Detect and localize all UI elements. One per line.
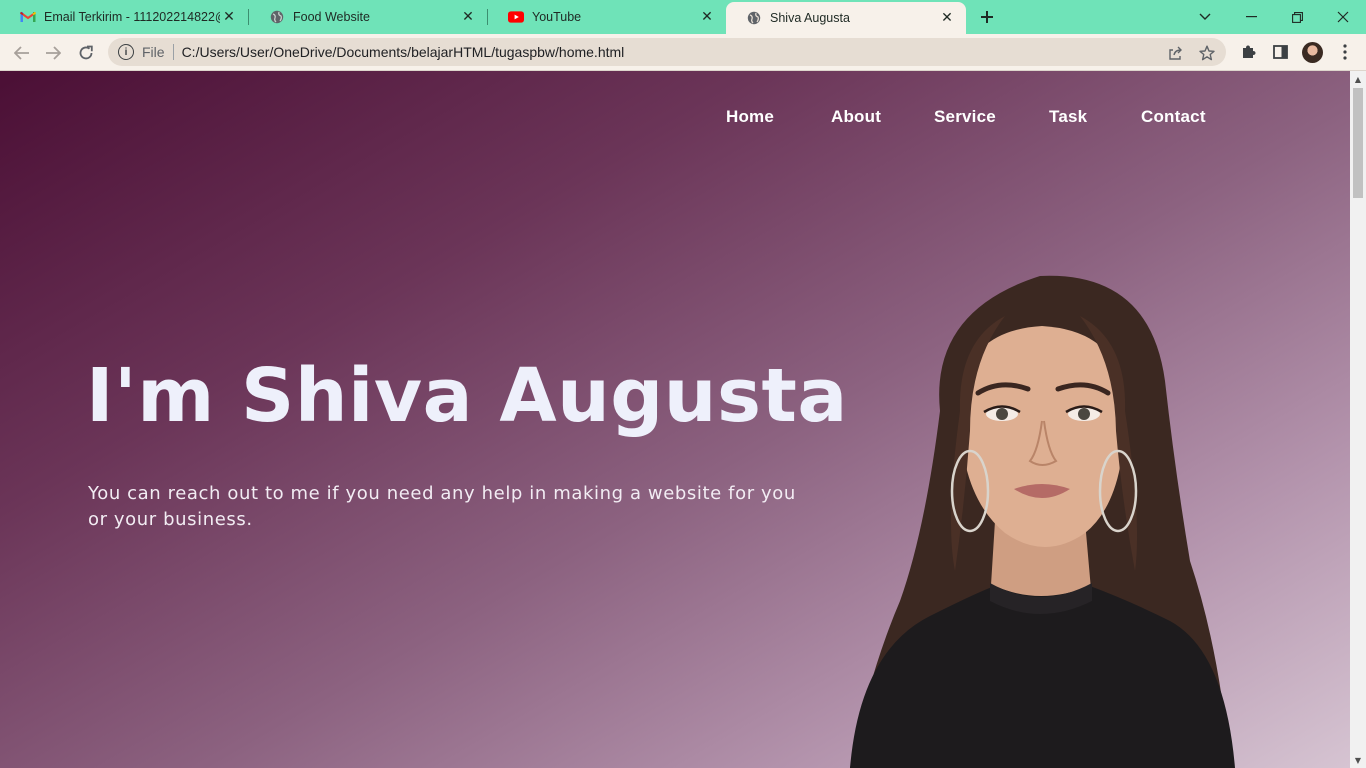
nav-link-about[interactable]: About [831,107,881,127]
tab-shiva-augusta[interactable]: Shiva Augusta ✕ [726,2,966,34]
close-icon[interactable]: ✕ [938,9,956,27]
scroll-thumb[interactable] [1353,88,1363,198]
nav-link-task[interactable]: Task [1049,107,1087,127]
globe-icon [746,10,762,26]
hero-subtitle: You can reach out to me if you need any … [88,483,796,530]
divider [172,44,174,60]
chevron-down-icon [1199,13,1211,20]
reload-button[interactable] [73,40,99,66]
scroll-down-arrow-icon[interactable]: ▼ [1350,752,1366,768]
close-icon[interactable]: ✕ [459,8,477,26]
close-icon[interactable]: ✕ [698,8,716,26]
gmail-icon [20,9,36,25]
tab-email[interactable]: Email Terkirim - 111202214822@ ✕ [0,0,248,34]
nav-link-service[interactable]: Service [934,107,996,127]
tab-title: Email Terkirim - 111202214822@ [44,10,220,24]
vertical-scrollbar[interactable]: ▲ ▼ [1350,71,1366,768]
tab-title: Food Website [293,10,370,24]
scroll-up-arrow-icon[interactable]: ▲ [1350,71,1366,87]
close-window-button[interactable] [1320,0,1366,34]
info-icon[interactable]: i [118,44,134,60]
hero-title: I'm Shiva Augusta [86,353,848,439]
tab-title: YouTube [532,10,582,24]
arrow-left-icon [14,46,29,60]
address-bar[interactable]: i File C:/Users/User/OneDrive/Documents/… [108,38,1226,66]
close-icon[interactable]: ✕ [220,8,238,26]
profile-avatar[interactable] [1302,42,1323,63]
nav-link-contact[interactable]: Contact [1141,107,1206,127]
minimize-icon [1245,16,1257,18]
nav-link-home[interactable]: Home [726,107,774,127]
share-icon[interactable] [1166,44,1184,62]
extensions-icon[interactable] [1237,41,1259,63]
back-button[interactable] [9,40,35,66]
new-tab-button[interactable] [976,6,998,28]
minimize-button[interactable] [1228,0,1274,34]
tab-search-button[interactable] [1182,0,1228,34]
arrow-right-icon [46,46,61,60]
restore-icon [1291,11,1303,23]
tab-food-website[interactable]: Food Website ✕ [249,0,487,34]
bookmark-star-icon[interactable] [1198,44,1216,62]
profile-portrait-image [830,271,1260,768]
tab-strip: Email Terkirim - 111202214822@ ✕ Food We… [0,0,1366,34]
close-icon [1337,11,1349,23]
reload-icon [79,45,93,60]
browser-toolbar: i File C:/Users/User/OneDrive/Documents/… [0,34,1366,71]
menu-kebab-icon[interactable] [1334,41,1356,63]
url-text[interactable]: C:/Users/User/OneDrive/Documents/belajar… [182,44,625,60]
restore-button[interactable] [1274,0,1320,34]
tab-youtube[interactable]: YouTube ✕ [488,0,726,34]
plus-icon [981,11,993,23]
forward-button[interactable] [40,40,66,66]
tab-title: Shiva Augusta [770,11,850,25]
globe-icon [269,9,285,25]
side-panel-icon[interactable] [1269,41,1291,63]
url-scheme: File [142,44,165,60]
youtube-icon [508,9,524,25]
site-nav: Home About Service Task Contact [0,107,1350,131]
page-viewport: Home About Service Task Contact I'm Shiv… [0,71,1350,768]
